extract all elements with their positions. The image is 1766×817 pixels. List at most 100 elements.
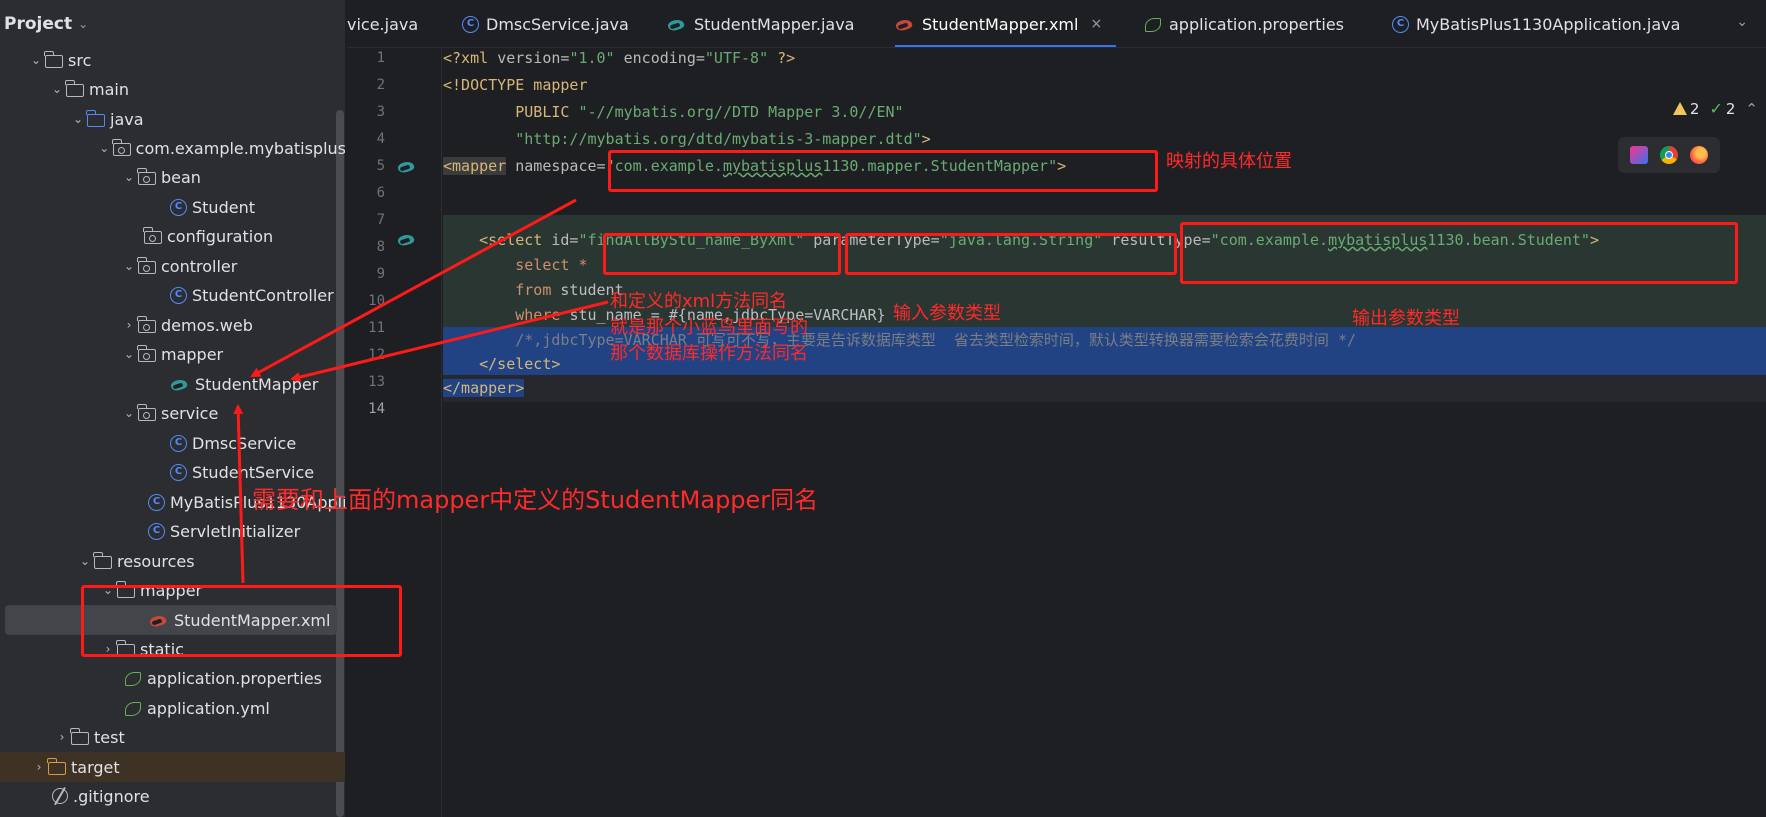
line-number: 6 <box>376 185 385 201</box>
package-icon <box>137 256 156 274</box>
chevron-down-icon[interactable]: ⌄ <box>76 554 94 568</box>
chevron-right-icon[interactable]: › <box>120 318 138 332</box>
tree-item-target[interactable]: › target <box>0 752 345 782</box>
tree-item-gitignore[interactable]: .gitignore <box>0 781 345 811</box>
chevron-right-icon[interactable]: › <box>53 730 71 744</box>
chevron-down-icon[interactable]: ⌄ <box>78 17 88 31</box>
chevron-down-icon[interactable]: ⌄ <box>120 170 138 184</box>
annotation-result-note: 输出参数类型 <box>1352 308 1460 329</box>
tree-item-label: StudentMapper.xml <box>174 610 331 630</box>
tab-student-service[interactable]: vice.java <box>347 0 418 47</box>
code-line-5: <mapper namespace="com.example.mybatispl… <box>443 157 1067 175</box>
package-icon <box>137 344 156 362</box>
tree-item-package-root[interactable]: ⌄ com.example.mybatisplus <box>0 133 345 163</box>
tree-item-src[interactable]: ⌄ src <box>0 45 345 75</box>
close-icon[interactable]: × <box>1090 16 1102 32</box>
weak-warnings-count[interactable]: ✓ 2 <box>1709 99 1735 118</box>
folder-icon <box>44 50 63 68</box>
inspection-widget[interactable]: 2 ✓ 2 ⌃ <box>1672 99 1758 118</box>
firefox-icon[interactable] <box>1690 146 1708 164</box>
tab-label: StudentMapper.java <box>694 14 855 34</box>
tree-item-label: static <box>140 639 184 659</box>
tree-item-student-controller[interactable]: C StudentController <box>0 280 345 310</box>
package-icon <box>112 138 131 156</box>
tree-item-dmsc-service[interactable]: C DmscService <box>0 428 345 458</box>
tree-item-label: application.yml <box>147 698 270 718</box>
chevron-down-icon[interactable]: ⌄ <box>96 141 113 155</box>
folder-icon <box>116 580 135 598</box>
tree-item-resources-mapper[interactable]: ⌄ mapper <box>0 575 345 605</box>
jetbrains-browser-icon[interactable] <box>1630 146 1648 164</box>
folder-icon <box>70 727 89 745</box>
tree-item-test[interactable]: › test <box>0 722 345 752</box>
tab-student-mapper-xml[interactable]: StudentMapper.xml × <box>895 0 1117 47</box>
tree-item-service[interactable]: ⌄ service <box>0 398 345 428</box>
tree-item-label: configuration <box>167 226 274 246</box>
mybatis-navigate-icon[interactable] <box>397 158 417 174</box>
tree-item-controller[interactable]: ⌄ controller <box>0 251 345 281</box>
code-line-2: <!DOCTYPE mapper <box>443 76 588 94</box>
tree-item-label: Student <box>192 197 255 217</box>
chevron-down-icon[interactable]: ⌄ <box>120 406 138 420</box>
chevron-down-icon[interactable]: ⌄ <box>27 53 45 67</box>
check-icon: ✓ <box>1709 99 1723 118</box>
code-line-4: "http://mybatis.org/dtd/mybatis-3-mapper… <box>515 130 931 148</box>
project-header[interactable]: Project ⌄ <box>0 0 345 48</box>
tree-item-bean[interactable]: ⌄ bean <box>0 162 345 192</box>
chrome-icon[interactable] <box>1660 146 1678 164</box>
tree-item-mapper-package[interactable]: ⌄ mapper <box>0 339 345 369</box>
tree-item-label: mapper <box>161 344 224 364</box>
line-number: 2 <box>376 77 385 93</box>
tree-item-static[interactable]: › static <box>0 634 345 664</box>
chevron-down-icon[interactable]: ⌄ <box>120 259 138 273</box>
tab-application-class[interactable]: C MyBatisPlus1130Application.java <box>1392 0 1681 47</box>
line-number: 9 <box>376 266 385 282</box>
annotation-namespace-note: 映射的具体位置 <box>1166 151 1292 172</box>
tree-item-resources[interactable]: ⌄ resources <box>0 546 345 576</box>
tree-item-student-mapper[interactable]: StudentMapper <box>0 369 345 399</box>
tree-item-java[interactable]: ⌄ java <box>0 104 345 134</box>
tab-student-mapper-java[interactable]: StudentMapper.java <box>667 0 855 47</box>
tree-item-label: main <box>89 79 129 99</box>
line-number: 5 <box>376 158 385 174</box>
project-panel: Project ⌄ ⌄ src ⌄ main ⌄ java ⌄ com.example.… <box>0 0 346 817</box>
code-editor[interactable]: 1 2 3 4 5 6 7 8 9 10 11 12 13 14 <?xml v… <box>347 49 1766 817</box>
chevron-down-icon[interactable]: ⌄ <box>48 82 66 96</box>
class-icon: C <box>148 522 165 540</box>
line-number: 4 <box>376 131 385 147</box>
warnings-count[interactable]: 2 <box>1672 100 1699 118</box>
tree-item-servlet-initializer[interactable]: C ServletInitializer <box>0 516 345 546</box>
project-title[interactable]: Project <box>4 14 72 34</box>
chevron-down-icon[interactable]: ⌄ <box>69 112 87 126</box>
mybatis-navigate-icon[interactable] <box>397 231 417 247</box>
annotation-method-note-2: 就是那个小蓝鸟里面写的 <box>610 317 808 338</box>
tree-item-application-properties[interactable]: application.properties <box>0 663 345 693</box>
chevron-right-icon[interactable]: › <box>99 642 117 656</box>
line-number: 13 <box>368 374 385 390</box>
source-folder-icon <box>86 109 105 127</box>
tab-dmsc-service[interactable]: C DmscService.java <box>462 0 629 47</box>
package-icon <box>137 403 156 421</box>
spring-yaml-icon <box>124 700 142 716</box>
tab-label: MyBatisPlus1130Application.java <box>1416 14 1681 34</box>
tree-item-application-yml[interactable]: application.yml <box>0 693 345 723</box>
code-line-14: </mapper> <box>443 375 1766 402</box>
chevron-down-icon[interactable]: ⌄ <box>120 347 138 361</box>
chevron-right-icon[interactable]: › <box>30 760 48 774</box>
active-tab-indicator <box>895 45 1117 47</box>
chevron-down-icon[interactable]: ⌄ <box>1736 14 1748 30</box>
chevron-up-icon[interactable]: ⌃ <box>1745 100 1758 118</box>
chevron-down-icon[interactable]: ⌄ <box>99 583 117 597</box>
tree-item-student[interactable]: C Student <box>0 192 345 222</box>
class-icon: C <box>170 286 187 304</box>
tree-item-main[interactable]: ⌄ main <box>0 74 345 104</box>
line-number: 11 <box>368 320 385 336</box>
tree-item-label: bean <box>161 167 201 187</box>
tab-application-properties[interactable]: application.properties <box>1144 0 1344 47</box>
line-number-gutter: 1 2 3 4 5 6 7 8 9 10 11 12 13 14 <box>347 49 442 817</box>
tree-item-demos-web[interactable]: › demos.web <box>0 310 345 340</box>
tree-item-student-mapper-xml[interactable]: StudentMapper.xml <box>5 605 337 635</box>
tree-item-label: controller <box>161 256 238 276</box>
tree-item-configuration[interactable]: configuration <box>0 221 345 251</box>
tree-item-label: resources <box>117 551 195 571</box>
